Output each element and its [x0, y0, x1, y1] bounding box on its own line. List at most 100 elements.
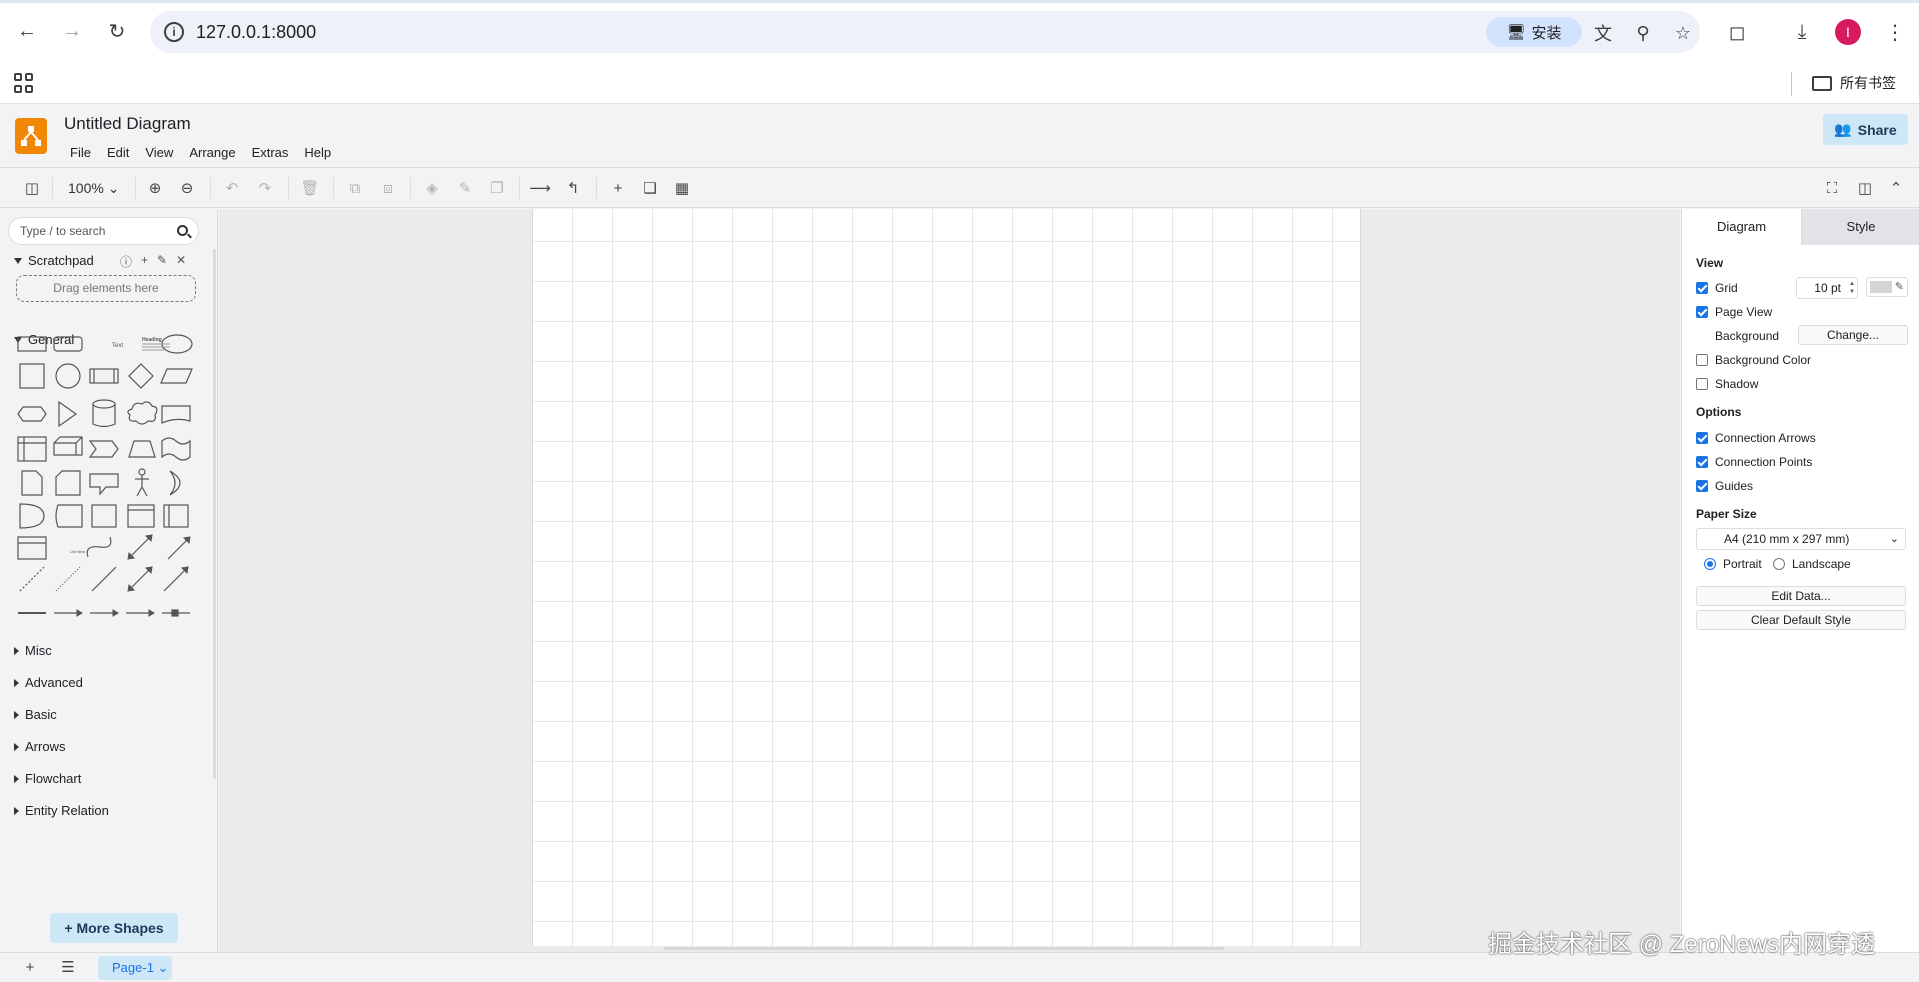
shapes-icon[interactable]: ❏ [640, 178, 660, 198]
paper-size-select[interactable]: A4 (210 mm x 297 mm) ⌄ [1696, 528, 1906, 550]
guides-row[interactable]: Guides [1696, 479, 1753, 493]
delete-icon[interactable]: 🗑 [300, 178, 320, 198]
tab-diagram[interactable]: Diagram [1682, 209, 1801, 245]
share-button[interactable]: 👥 Share [1823, 114, 1908, 145]
add-page-icon[interactable]: + [20, 957, 40, 977]
menu-edit[interactable]: Edit [99, 142, 137, 163]
download-icon[interactable]: ⤓ [1788, 18, 1816, 46]
browser-menu-icon[interactable]: ⋮ [1881, 18, 1909, 46]
close-icon[interactable]: ✕ [176, 253, 186, 270]
install-app-button[interactable]: 🖥 安装 [1486, 17, 1582, 47]
connection-icon[interactable]: ⟶ [529, 178, 551, 198]
grid-checkbox-row[interactable]: Grid [1696, 281, 1738, 295]
grid-color-button[interactable]: ✎ [1866, 277, 1908, 297]
tab-style[interactable]: Style [1801, 209, 1919, 245]
redo-icon[interactable]: ↷ [255, 178, 275, 198]
section-advanced[interactable]: Advanced [14, 675, 83, 690]
landscape-radio[interactable] [1773, 558, 1785, 570]
extensions-icon[interactable]: ◻ [1723, 18, 1751, 46]
shape-grid[interactable]: Text Heading List Item [14, 331, 204, 631]
fullscreen-icon[interactable]: ⛶ [1822, 178, 1842, 198]
forward-icon[interactable]: → [59, 18, 85, 44]
zoom-dropdown[interactable]: 100% ⌄ [68, 180, 119, 197]
all-bookmarks-button[interactable]: 所有书签 [1812, 73, 1896, 93]
waypoints-icon[interactable]: ↰ [563, 178, 583, 198]
section-entity-relation[interactable]: Entity Relation [14, 803, 109, 818]
back-icon[interactable]: ← [14, 18, 40, 44]
stepper-icon[interactable]: ▲ ▼ [1849, 280, 1855, 296]
diagram-page[interactable] [532, 209, 1361, 946]
address-bar[interactable]: i 127.0.0.1:8000 🖥 安装 文 ⚲ ☆ [150, 11, 1700, 53]
insert-icon[interactable]: + [608, 178, 628, 198]
internal-storage-shape [17, 436, 47, 462]
collapse-icon[interactable]: ⌃ [1886, 178, 1906, 198]
shape-search-input[interactable]: Type / to search [8, 217, 199, 245]
section-basic[interactable]: Basic [14, 707, 57, 722]
menu-help[interactable]: Help [296, 142, 339, 163]
grid-size-input[interactable]: 10 pt ▲ ▼ [1796, 277, 1858, 299]
connection-points-row[interactable]: Connection Points [1696, 455, 1812, 469]
guides-checkbox[interactable] [1696, 480, 1708, 492]
grid-checkbox[interactable] [1696, 282, 1708, 294]
background-color-checkbox[interactable] [1696, 354, 1708, 366]
connection-arrows-checkbox[interactable] [1696, 432, 1708, 444]
bookmark-star-icon[interactable]: ☆ [1670, 20, 1696, 46]
menu-view[interactable]: View [137, 142, 181, 163]
landscape-option[interactable]: Landscape [1773, 557, 1851, 571]
scratchpad-dropzone[interactable]: Drag elements here [16, 275, 196, 302]
diagram-title[interactable]: Untitled Diagram [64, 114, 191, 134]
edit-data-button[interactable]: Edit Data... [1696, 586, 1906, 606]
portrait-option[interactable]: Portrait [1704, 557, 1762, 571]
zoom-out-icon[interactable]: ⊖ [177, 178, 197, 198]
table-icon[interactable]: ▦ [672, 178, 692, 198]
scratchpad-header[interactable]: Scratchpad [14, 253, 94, 268]
profile-avatar[interactable]: I [1835, 19, 1861, 45]
shadow-row[interactable]: Shadow [1696, 377, 1758, 391]
pages-menu-icon[interactable]: ☰ [58, 957, 78, 977]
fill-color-icon[interactable]: ◈ [422, 178, 442, 198]
to-front-icon[interactable]: ⧉ [345, 178, 365, 198]
page-view-row[interactable]: Page View [1696, 305, 1772, 319]
change-background-button[interactable]: Change... [1798, 325, 1908, 345]
help-icon[interactable]: ⓘ [120, 253, 132, 270]
shadow-checkbox[interactable] [1696, 378, 1708, 390]
background-color-row[interactable]: Background Color [1696, 353, 1811, 367]
format-panel-icon[interactable]: ◫ [1855, 178, 1875, 198]
translate-icon[interactable]: 文 [1590, 20, 1616, 46]
section-arrows[interactable]: Arrows [14, 739, 65, 754]
portrait-radio[interactable] [1704, 558, 1716, 570]
to-back-icon[interactable]: ⧈ [378, 178, 398, 198]
page-view-label: Page View [1715, 305, 1773, 319]
more-shapes-button[interactable]: + More Shapes [50, 913, 178, 943]
section-flowchart[interactable]: Flowchart [14, 771, 81, 786]
connection-points-checkbox[interactable] [1696, 456, 1708, 468]
connection-arrows-row[interactable]: Connection Arrows [1696, 431, 1816, 445]
zoom-icon[interactable]: ⚲ [1630, 20, 1656, 46]
add-icon[interactable]: + [141, 253, 148, 270]
menu-arrange[interactable]: Arrange [181, 142, 243, 163]
page-view-checkbox[interactable] [1696, 306, 1708, 318]
undo-icon[interactable]: ↶ [222, 178, 242, 198]
page-tab-page-1[interactable]: Page-1 ⌄ [98, 956, 172, 980]
section-misc[interactable]: Misc [14, 643, 52, 658]
canvas-horizontal-scrollbar[interactable] [664, 947, 1224, 950]
clear-default-style-button[interactable]: Clear Default Style [1696, 610, 1906, 630]
cloud-shape [127, 401, 158, 425]
sidebar-scrollbar[interactable] [213, 249, 216, 779]
menu-extras[interactable]: Extras [244, 142, 297, 163]
menu-file[interactable]: File [62, 142, 99, 163]
zoom-in-icon[interactable]: ⊕ [145, 178, 165, 198]
site-info-icon[interactable]: i [164, 22, 184, 42]
shadow-icon[interactable]: ❐ [487, 178, 507, 198]
reload-icon[interactable]: ↻ [104, 18, 130, 44]
edit-icon[interactable]: ✎ [157, 253, 167, 270]
sidebar-toggle-icon[interactable]: ◫ [22, 178, 42, 198]
diagram-canvas[interactable] [219, 209, 1680, 952]
url-text[interactable]: 127.0.0.1:8000 [196, 22, 316, 43]
format-tabs: Diagram Style [1682, 209, 1919, 245]
cube-shape [53, 436, 83, 456]
search-icon[interactable] [177, 225, 188, 236]
apps-grid-icon[interactable] [14, 73, 34, 93]
line-color-icon[interactable]: ✎ [455, 178, 475, 198]
zoom-value: 100% [68, 180, 104, 196]
